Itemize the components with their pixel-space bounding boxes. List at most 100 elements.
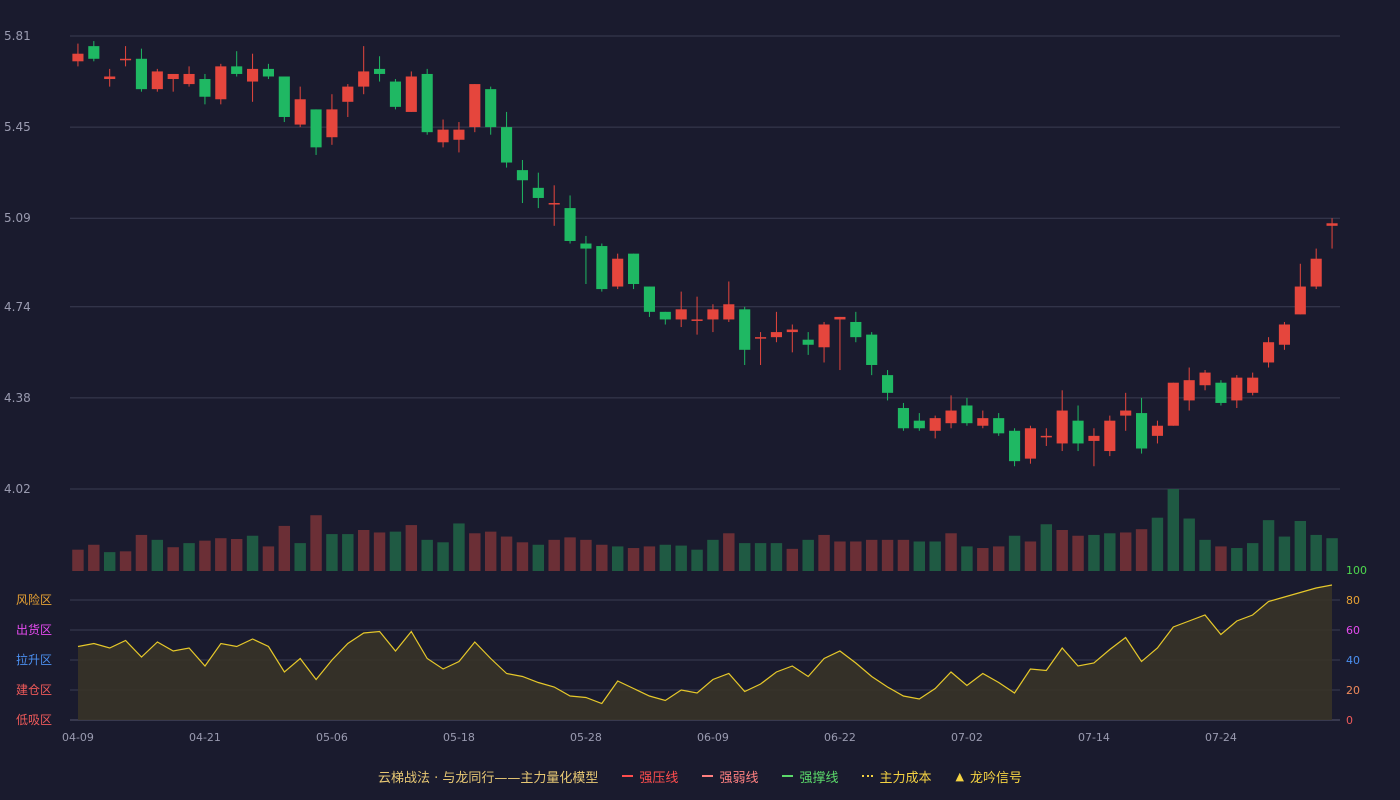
volume-bar — [850, 541, 862, 571]
zone-label: 出货区 — [16, 622, 52, 637]
x-tick-label: 06-22 — [824, 731, 856, 744]
candle-body — [120, 58, 132, 61]
candle-body — [1072, 420, 1084, 444]
candle-body — [1294, 286, 1306, 315]
candle-body — [262, 68, 274, 77]
chart-legend: 云梯战法 · 与龙同行——主力量化模型 强压线 强弱线 强撑线 主力成本 ▲ 龙… — [0, 765, 1400, 787]
volume-bar — [500, 536, 513, 571]
volume-bar — [215, 538, 227, 571]
solid-line-icon — [622, 775, 634, 777]
zone-label: 建仓区 — [16, 683, 52, 697]
candle-body — [1009, 430, 1021, 462]
legend-item-main-cost: 主力成本 — [862, 767, 931, 786]
volume-bar — [1231, 548, 1243, 571]
candle-body — [104, 76, 116, 80]
volume-bar — [643, 546, 656, 571]
volume-bar — [1088, 534, 1100, 571]
candle-body — [548, 203, 560, 205]
candle-body — [532, 187, 544, 198]
candle-body — [564, 208, 576, 241]
price-tick-label: 4.02 — [4, 482, 31, 496]
volume-bar — [659, 544, 672, 571]
volume-bar — [897, 539, 910, 571]
volume-bar — [707, 539, 719, 571]
zone-labels: 风险区出货区拉升区建仓区低吸区 — [16, 592, 52, 727]
volume-bar — [262, 546, 275, 571]
legend-item-dragon-signal: ▲ 龙吟信号 — [955, 769, 1022, 786]
candle-body — [1024, 428, 1036, 459]
candle-body — [691, 319, 703, 321]
solid-line-icon — [782, 775, 794, 777]
candle-body — [183, 73, 195, 85]
indicator-tick-label: 20 — [1346, 684, 1360, 697]
candle-body — [485, 89, 497, 128]
dashed-line-icon — [702, 775, 714, 777]
dotted-line-icon — [862, 775, 874, 777]
candle-body — [421, 73, 433, 133]
candle-body — [580, 243, 592, 249]
volume-bar — [611, 546, 624, 571]
volume-bar — [357, 530, 370, 571]
candle-body — [707, 309, 719, 320]
candle-body — [961, 405, 973, 424]
volume-bar — [484, 531, 497, 571]
price-tick-label: 5.81 — [4, 29, 31, 43]
legend-item-strong-pressure: 强压线 — [622, 767, 678, 786]
volume-bar — [1215, 546, 1227, 571]
candle-body — [612, 258, 624, 287]
candle-body — [437, 129, 449, 143]
x-tick-label: 04-21 — [189, 731, 221, 744]
volume-bar — [103, 552, 116, 571]
candle-body — [167, 73, 179, 80]
volume-bar — [437, 542, 449, 571]
volume-bar — [802, 539, 814, 571]
volume-bar — [913, 541, 926, 571]
candle-body — [294, 99, 306, 125]
candle-body — [723, 304, 735, 320]
candle-body — [453, 129, 465, 140]
triangle-icon: ▲ — [955, 769, 964, 783]
volume-bar — [246, 535, 259, 571]
zone-label: 拉升区 — [16, 652, 52, 667]
candlesticks — [72, 41, 1338, 467]
candle-body — [516, 170, 528, 181]
volume-bar — [72, 549, 84, 571]
volume-bar — [580, 539, 592, 571]
volume-bar — [770, 543, 783, 571]
candle-body — [278, 76, 290, 117]
candle-body — [1136, 413, 1148, 449]
volume-bar — [675, 545, 687, 571]
volume-bar — [1104, 533, 1116, 571]
indicator-tick-label: 40 — [1346, 654, 1360, 667]
volume-bar — [627, 548, 640, 571]
candle-body — [1040, 435, 1052, 438]
candle-body — [1088, 435, 1100, 441]
volume-bar — [691, 549, 703, 571]
candle-body — [866, 334, 878, 365]
volume-bar — [865, 539, 878, 571]
candle-body — [643, 286, 655, 312]
volume-bar — [723, 533, 735, 571]
volume-bar — [818, 534, 830, 571]
zone-label: 低吸区 — [16, 713, 52, 727]
volume-bar — [1008, 535, 1021, 571]
candle-body — [358, 71, 370, 87]
volume-bar — [373, 532, 386, 571]
candle-body — [1278, 324, 1290, 345]
legend-title: 云梯战法 · 与龙同行——主力量化模型 — [378, 770, 599, 786]
volume-bar — [1294, 520, 1307, 571]
volume-bar — [151, 539, 164, 571]
volume-bar — [326, 534, 338, 571]
price-tick-label: 4.74 — [4, 300, 31, 314]
candle-body — [675, 309, 687, 320]
volume-bar — [88, 544, 100, 571]
candle-body — [882, 375, 894, 393]
candle-body — [501, 127, 513, 163]
volume-bar — [278, 525, 291, 571]
candle-body — [770, 332, 782, 338]
candle-body — [1326, 223, 1338, 226]
volume-bar — [1199, 539, 1211, 571]
candle-body — [405, 76, 417, 112]
candle-body — [755, 337, 767, 339]
volume-bars — [72, 489, 1338, 571]
